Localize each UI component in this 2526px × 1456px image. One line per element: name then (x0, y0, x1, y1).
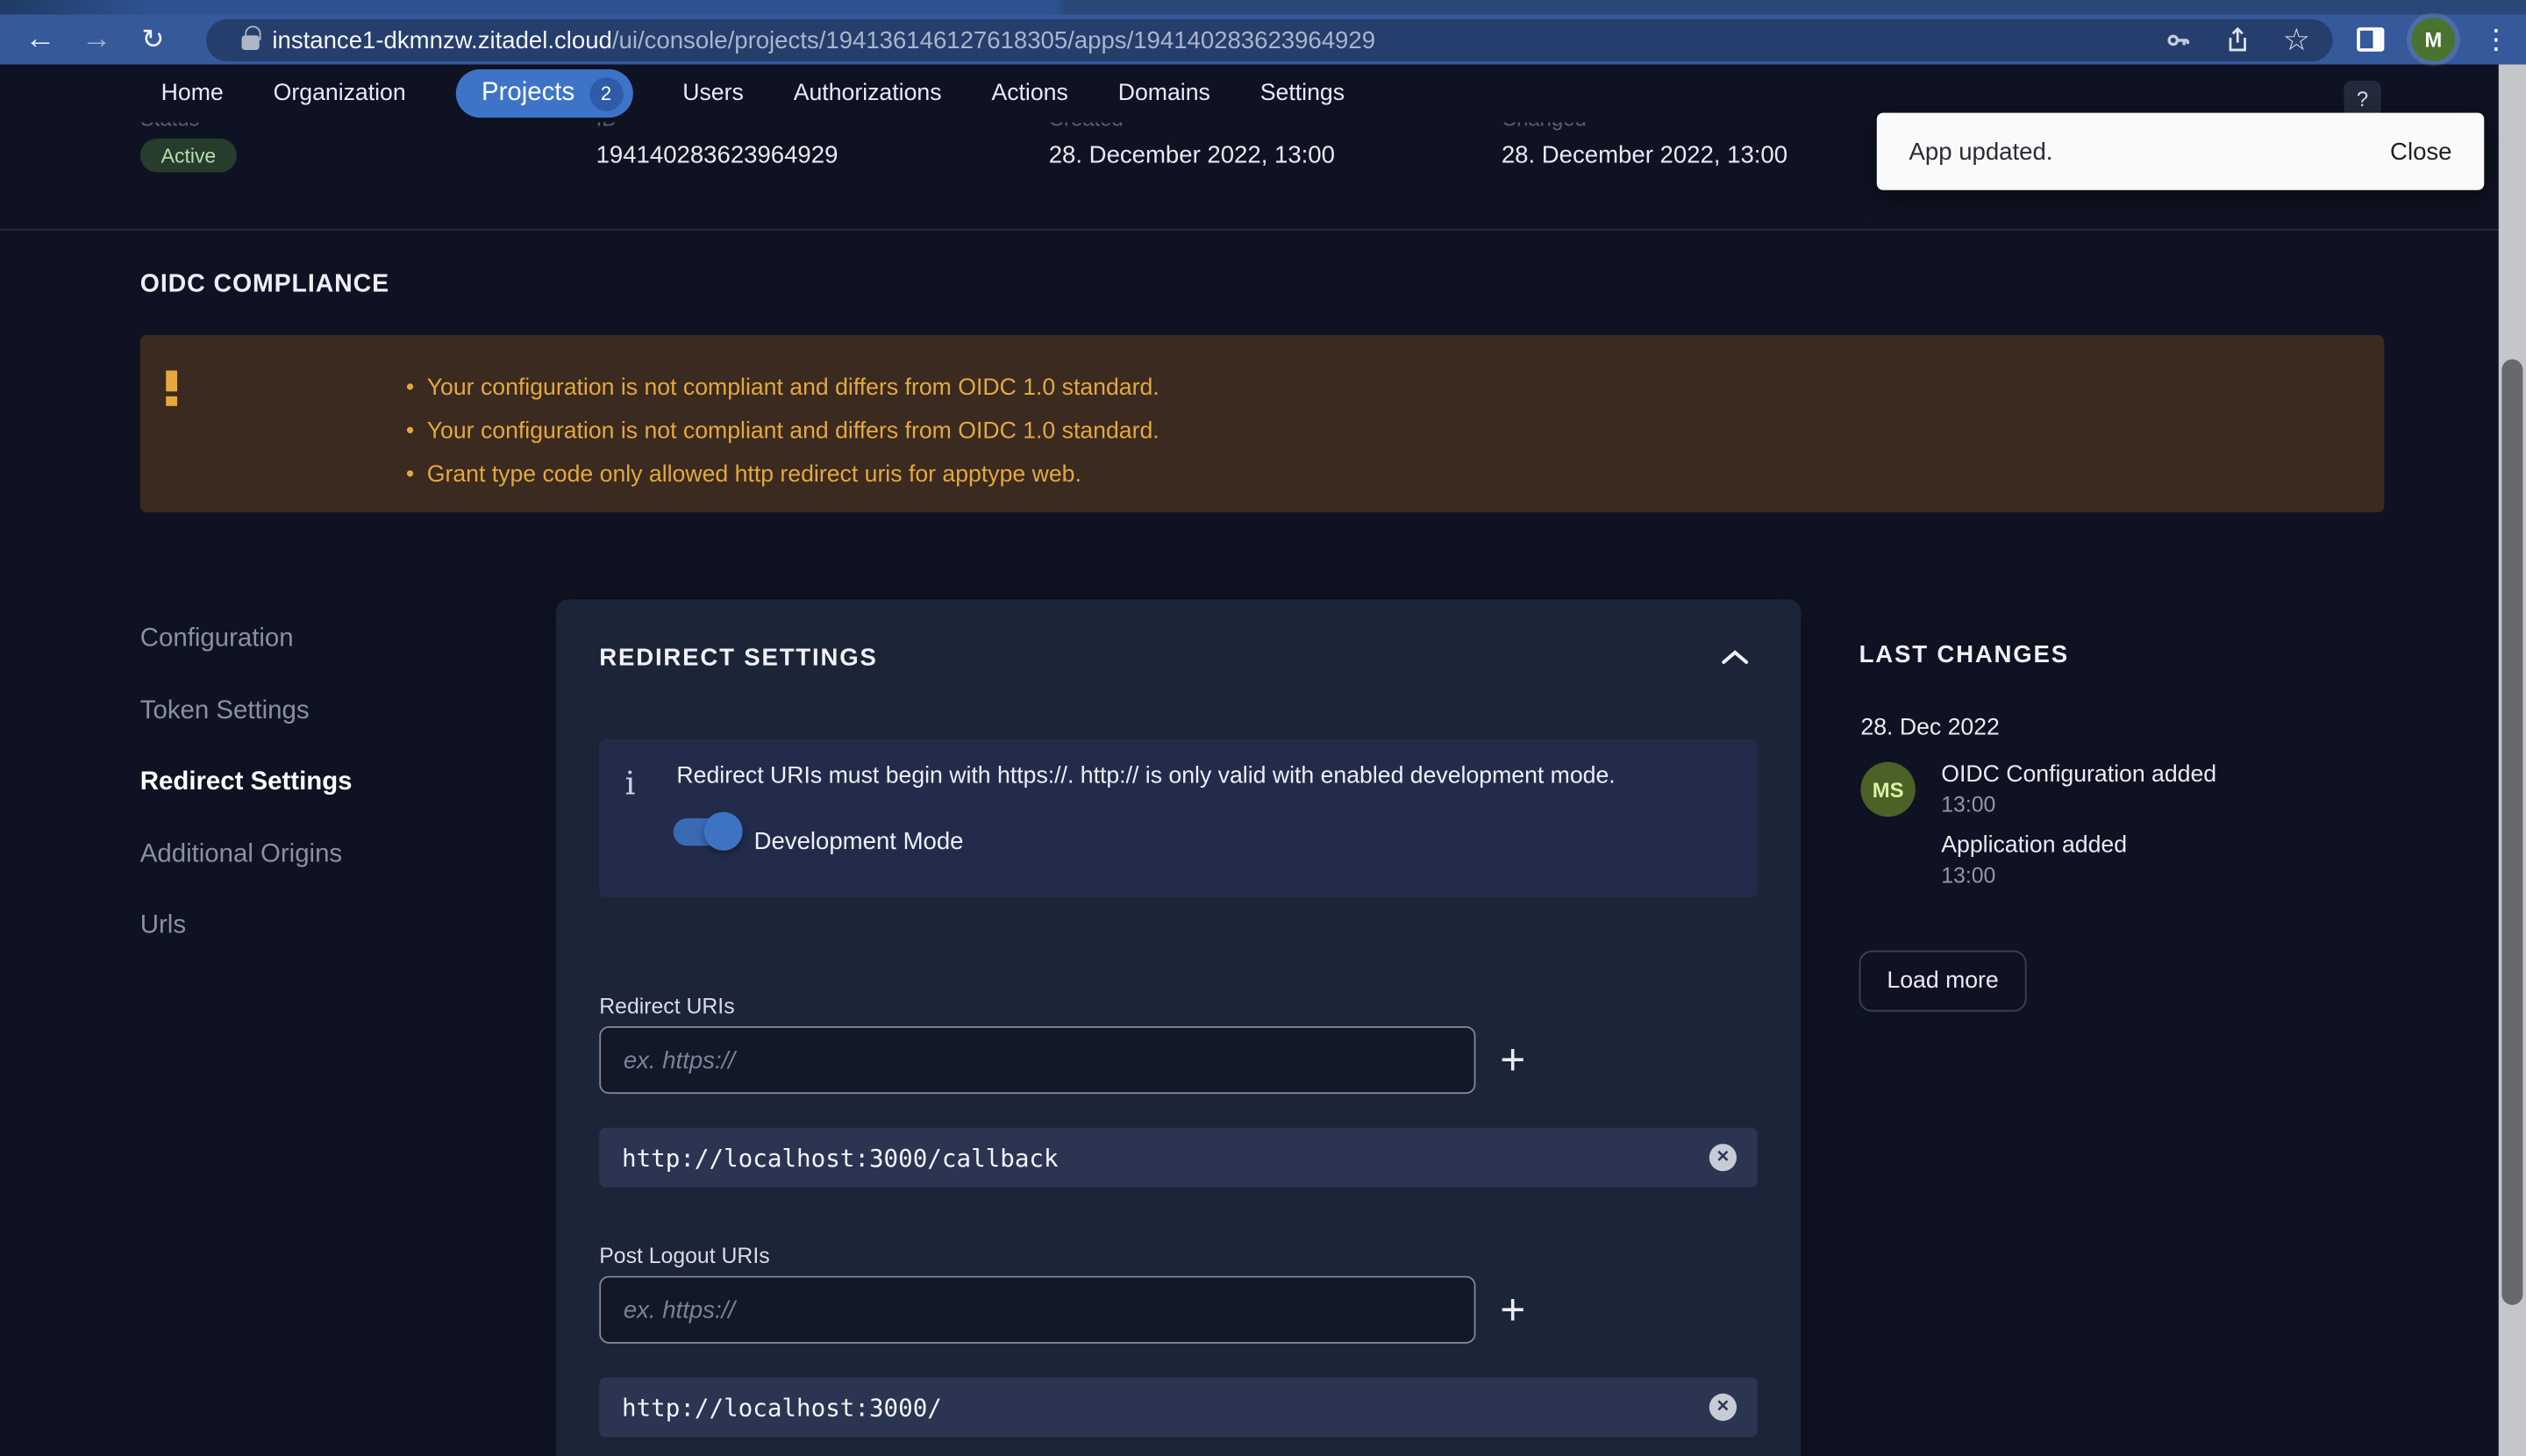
warning-item: Your configuration is not compliant and … (427, 419, 1160, 445)
reload-icon[interactable]: ↻ (129, 15, 177, 65)
load-more-button[interactable]: Load more (1859, 951, 2027, 1012)
sidebar-item-token-settings[interactable]: Token Settings (140, 697, 310, 726)
redirect-uri-chip: http://localhost:3000/callback ✕ (599, 1128, 1758, 1188)
info-icon: i (625, 764, 636, 803)
change-event-title: Application added (1941, 833, 2127, 859)
user-avatar: MS (1860, 762, 1915, 817)
add-post-logout-uri-button[interactable]: + (1490, 1288, 1535, 1332)
card-title: REDIRECT SETTINGS (599, 645, 877, 672)
redirect-settings-card: REDIRECT SETTINGS i Redirect URIs must b… (556, 599, 1802, 1456)
browser-tabstrip (0, 0, 2526, 15)
forward-icon[interactable]: → (73, 15, 121, 65)
warning-item: Grant type code only allowed http redire… (427, 462, 1081, 488)
key-icon[interactable] (2164, 25, 2193, 54)
post-logout-uris-label: Post Logout URIs (599, 1244, 769, 1268)
sidebar-item-urls[interactable]: Urls (140, 912, 186, 941)
post-logout-uri-input[interactable] (599, 1276, 1475, 1344)
nav-projects-label: Projects (482, 79, 574, 108)
browser-profile-avatar[interactable]: M (2412, 18, 2456, 61)
url-bar[interactable]: instance1-dkmnzw.zitadel.cloud/ui/consol… (206, 19, 2332, 61)
side-panel-icon[interactable] (2357, 27, 2384, 52)
nav-item-home[interactable]: Home (161, 81, 224, 106)
redirect-uri-value: http://localhost:3000/callback (622, 1143, 1059, 1172)
screen: ← → ↻ instance1-dkmnzw.zitadel.cloud/ui/… (0, 0, 2526, 1456)
last-changes-title: LAST CHANGES (1859, 641, 2069, 668)
sidebar-item-redirect-settings[interactable]: Redirect Settings (140, 768, 353, 797)
back-icon[interactable]: ← (16, 15, 64, 65)
nav-item-actions[interactable]: Actions (991, 81, 1067, 106)
scrollbar-track[interactable] (2499, 64, 2526, 1456)
status-badge: Active (140, 139, 237, 173)
nav-item-authorizations[interactable]: Authorizations (794, 81, 942, 106)
remove-post-logout-uri-icon[interactable]: ✕ (1709, 1394, 1737, 1421)
toast-close-button[interactable]: Close (2390, 138, 2451, 165)
lock-icon (242, 35, 260, 50)
oidc-compliance-warning-box: Your configuration is not compliant and … (140, 335, 2385, 512)
add-redirect-uri-button[interactable]: + (1490, 1038, 1535, 1082)
warning-item: Your configuration is not compliant and … (427, 375, 1160, 401)
bookmark-star-icon[interactable]: ☆ (2283, 25, 2310, 55)
changed-value: 28. December 2022, 13:00 (1502, 142, 1787, 169)
projects-count-badge: 2 (589, 76, 624, 111)
change-event-title: OIDC Configuration added (1941, 762, 2216, 788)
remove-redirect-uri-icon[interactable]: ✕ (1709, 1144, 1737, 1171)
redirect-uris-label: Redirect URIs (599, 994, 734, 1018)
sidebar-item-additional-origins[interactable]: Additional Origins (140, 841, 342, 870)
toast-notification: App updated. Close (1877, 113, 2484, 190)
development-mode-label: Development Mode (754, 828, 964, 855)
header-divider (0, 229, 2526, 231)
created-value: 28. December 2022, 13:00 (1049, 142, 1335, 169)
url-path: /ui/console/projects/194136146127618305/… (612, 26, 1375, 54)
nav-item-users[interactable]: Users (682, 81, 744, 106)
warning-exclamation-icon (166, 370, 179, 405)
share-icon[interactable] (2223, 25, 2252, 54)
change-event-time: 13:00 (1941, 863, 1995, 888)
console-app: Status ID Created Changed Active 1941402… (0, 64, 2526, 1456)
nav-item-domains[interactable]: Domains (1118, 81, 1210, 106)
nav-item-organization[interactable]: Organization (274, 81, 406, 106)
post-logout-uri-chip: http://localhost:3000/ ✕ (599, 1377, 1758, 1437)
toast-message: App updated. (1909, 138, 2053, 165)
app-id-value: 194140283623964929 (596, 142, 838, 169)
post-logout-uri-value: http://localhost:3000/ (622, 1393, 942, 1422)
toggle-knob (704, 812, 743, 851)
scrollbar-thumb[interactable] (2501, 360, 2522, 1305)
change-event-time: 13:00 (1941, 793, 1995, 817)
sidebar-item-configuration[interactable]: Configuration (140, 625, 294, 654)
browser-toolbar: ← → ↻ instance1-dkmnzw.zitadel.cloud/ui/… (0, 0, 2526, 64)
redirect-uri-input[interactable] (599, 1026, 1475, 1094)
last-changes-date: 28. Dec 2022 (1860, 716, 1999, 741)
browser-menu-icon[interactable]: ⋮ (2482, 25, 2509, 53)
url-domain: instance1-dkmnzw.zitadel.cloud (272, 26, 611, 54)
dev-mode-info-box: i Redirect URIs must begin with https://… (599, 739, 1758, 897)
url-text: instance1-dkmnzw.zitadel.cloud/ui/consol… (272, 26, 1375, 54)
nav-item-projects[interactable]: Projects 2 (456, 69, 633, 118)
nav-item-settings[interactable]: Settings (1260, 81, 1345, 106)
development-mode-toggle[interactable] (674, 818, 733, 846)
oidc-compliance-title: OIDC COMPLIANCE (140, 271, 389, 300)
collapse-chevron-up-icon[interactable] (1721, 647, 1750, 667)
info-text: Redirect URIs must begin with https://. … (676, 764, 1615, 789)
